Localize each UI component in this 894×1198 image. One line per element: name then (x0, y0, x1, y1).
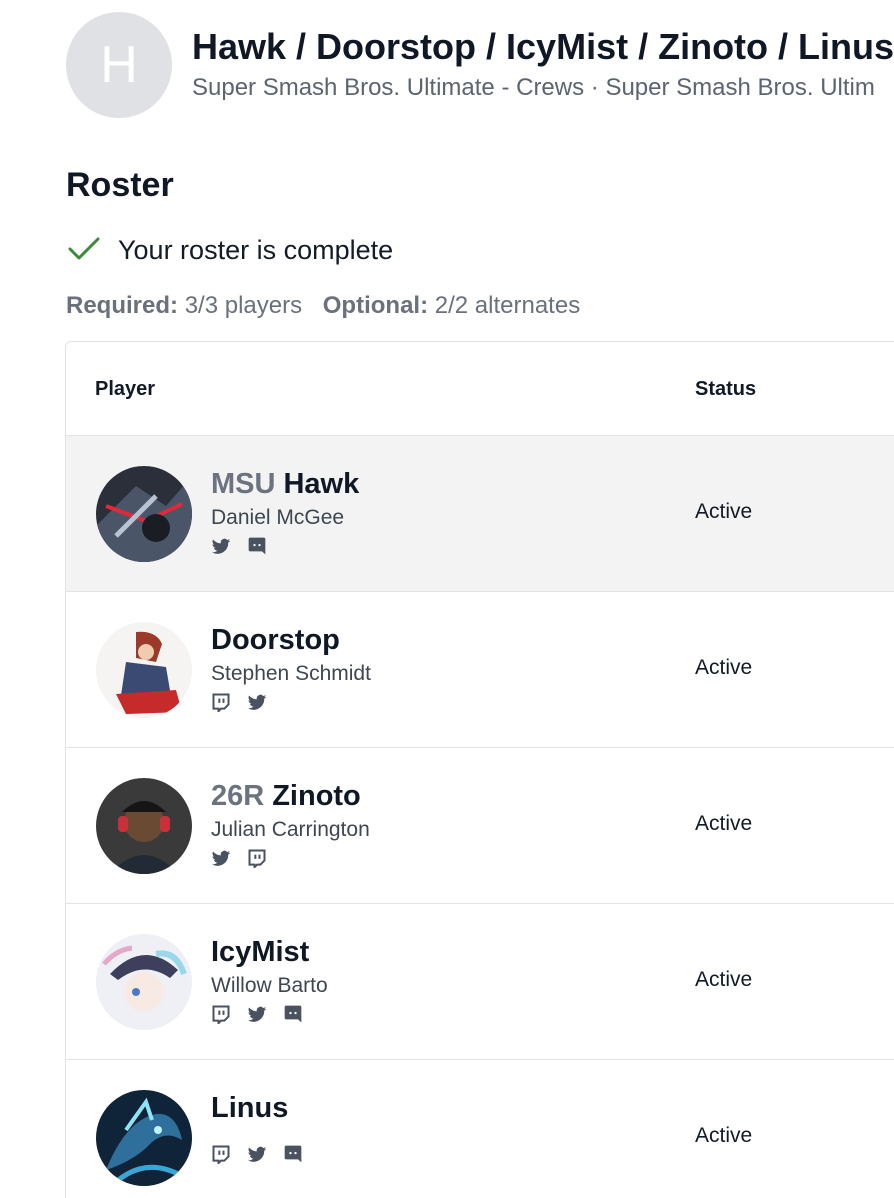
player-status: Active (695, 1124, 753, 1147)
player-name[interactable]: Linus (211, 1092, 288, 1125)
checkmark-icon (68, 237, 100, 260)
avatar-image (96, 1090, 192, 1186)
table-header: Player Status (66, 342, 894, 436)
roster-table: Player Status MSU Hawk Daniel McGee Activ… (65, 341, 894, 1198)
twitter-icon[interactable] (247, 692, 267, 712)
roster-status: Your roster is complete (66, 230, 393, 270)
player-status: Active (695, 812, 753, 835)
discord-icon[interactable] (283, 1144, 303, 1164)
twitch-icon[interactable] (211, 1144, 231, 1164)
roster-complete-message: Your roster is complete (118, 234, 394, 265)
column-header-player: Player (95, 378, 156, 400)
twitch-icon[interactable] (211, 1004, 231, 1024)
optional-label: Optional: (322, 292, 429, 319)
player-real-name: Stephen Schmidt (211, 662, 371, 685)
player-gamertag: Zinoto (272, 780, 361, 812)
table-row[interactable]: MSU Hawk Daniel McGee Active (66, 436, 894, 592)
player-gamertag: IcyMist (211, 936, 310, 968)
player-real-name: Daniel McGee (211, 506, 345, 529)
twitter-icon[interactable] (211, 848, 231, 868)
player-name[interactable]: Doorstop (211, 624, 340, 657)
player-name[interactable]: 26R Zinoto (211, 780, 361, 813)
player-avatar[interactable] (96, 622, 192, 718)
social-links (211, 692, 267, 712)
avatar-image (96, 466, 192, 562)
player-avatar[interactable] (96, 934, 192, 1030)
table-row[interactable]: Linus Active (66, 1060, 894, 1198)
player-prefix: 26R (211, 780, 265, 812)
required-value: 3/3 players (184, 292, 303, 319)
twitch-icon[interactable] (211, 692, 231, 712)
player-avatar[interactable] (96, 1090, 192, 1186)
player-prefix: MSU (211, 468, 276, 500)
social-links (211, 536, 267, 556)
column-header-status: Status (695, 378, 757, 400)
player-gamertag: Linus (211, 1092, 289, 1124)
table-row[interactable]: Doorstop Stephen Schmidt Active (66, 592, 894, 748)
player-status: Active (695, 656, 753, 679)
player-status: Active (695, 500, 753, 523)
team-header: H Hawk / Doorstop / IcyMist / Zinoto / L… (66, 12, 894, 118)
avatar-image (96, 622, 192, 718)
player-status: Active (695, 968, 753, 991)
avatar-image (96, 934, 192, 1030)
team-title: Hawk / Doorstop / IcyMist / Zinoto / Lin… (192, 26, 894, 67)
table-row[interactable]: IcyMist Willow Barto Active (66, 904, 894, 1060)
twitch-icon[interactable] (247, 848, 267, 868)
team-avatar[interactable]: H (66, 12, 172, 118)
social-links (211, 848, 267, 868)
optional-value: 2/2 alternates (434, 292, 581, 319)
player-avatar[interactable] (96, 778, 192, 874)
discord-icon[interactable] (247, 536, 267, 556)
player-real-name: Willow Barto (211, 974, 328, 997)
discord-icon[interactable] (283, 1004, 303, 1024)
roster-title: Roster (66, 166, 174, 204)
social-links (211, 1144, 303, 1164)
table-row[interactable]: 26R Zinoto Julian Carrington Active (66, 748, 894, 904)
team-subtitle[interactable]: Super Smash Bros. Ultimate - Crews · Sup… (192, 74, 875, 102)
player-gamertag: Doorstop (211, 624, 340, 656)
avatar-image (96, 778, 192, 874)
twitter-icon[interactable] (247, 1004, 267, 1024)
player-gamertag: Hawk (283, 468, 360, 500)
twitter-icon[interactable] (211, 536, 231, 556)
required-label: Required: (66, 292, 179, 319)
player-name[interactable]: IcyMist (211, 936, 309, 969)
twitter-icon[interactable] (247, 1144, 267, 1164)
player-avatar[interactable] (96, 466, 192, 562)
player-name[interactable]: MSU Hawk (211, 468, 359, 501)
roster-requirements: Required: 3/3 players Optional: 2/2 alte… (66, 292, 580, 320)
social-links (211, 1004, 303, 1024)
player-real-name: Julian Carrington (211, 818, 370, 841)
